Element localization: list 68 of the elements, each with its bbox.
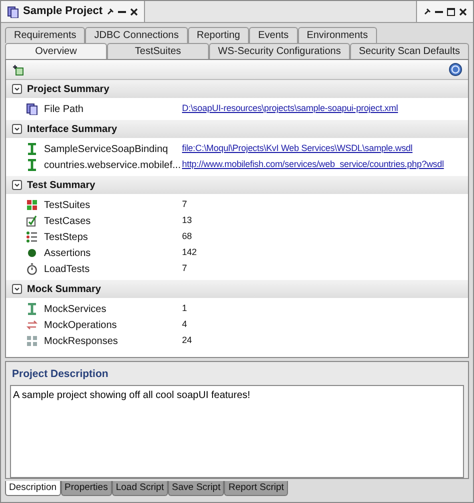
row-label: LoadTests bbox=[44, 262, 90, 276]
arrows-icon bbox=[26, 319, 38, 331]
row-label: SampleServiceSoapBindinq bbox=[44, 142, 168, 156]
tab[interactable]: Report Script bbox=[224, 481, 288, 496]
interface-icon bbox=[26, 303, 38, 315]
stopwatch-icon bbox=[26, 263, 38, 275]
description-field[interactable]: A sample project showing off all cool soapUI features! bbox=[10, 384, 464, 478]
tab[interactable]: Overview bbox=[5, 43, 107, 59]
interface-icon bbox=[26, 159, 38, 171]
collapse-icon[interactable] bbox=[12, 124, 22, 134]
tab[interactable]: WS-Security Configurations bbox=[209, 43, 350, 59]
count-value: 142 bbox=[182, 246, 197, 260]
count-value: 1 bbox=[182, 302, 187, 316]
pin-icon bbox=[423, 8, 431, 16]
response-icon bbox=[26, 335, 38, 347]
checklist-icon bbox=[26, 215, 38, 227]
count-value: 7 bbox=[182, 262, 187, 276]
pin-icon bbox=[106, 8, 114, 16]
file-link[interactable]: file:C:\Moqul\Projects\KvI Web Services\WSDL\sample.wsdl bbox=[182, 142, 413, 156]
description-title: Project Description bbox=[11, 367, 110, 382]
minimize-icon bbox=[435, 10, 443, 12]
maximize-icon bbox=[447, 8, 455, 16]
tab[interactable]: Environments bbox=[298, 27, 377, 43]
section-title: Project Summary bbox=[27, 82, 110, 96]
close-icon bbox=[130, 8, 138, 16]
row-label: File Path bbox=[44, 102, 84, 116]
list-icon bbox=[26, 231, 38, 243]
count-value: 68 bbox=[182, 230, 192, 244]
row-label: TestCases bbox=[44, 214, 91, 228]
document-icon bbox=[26, 103, 38, 115]
row-label: MockResponses bbox=[44, 334, 118, 348]
row-label: MockOperations bbox=[44, 318, 117, 332]
tab[interactable]: Events bbox=[249, 27, 298, 43]
interface-icon bbox=[26, 143, 38, 155]
tab[interactable]: Properties bbox=[60, 481, 112, 496]
section-title: Mock Summary bbox=[27, 282, 101, 296]
tab[interactable]: Save Script bbox=[168, 481, 224, 496]
row-label: Assertions bbox=[44, 246, 91, 260]
row-label: TestSuites bbox=[44, 198, 90, 212]
count-value: 4 bbox=[182, 318, 187, 332]
add-item-icon bbox=[12, 64, 24, 76]
tab[interactable]: Load Script bbox=[112, 481, 168, 496]
collapse-icon[interactable] bbox=[12, 180, 22, 190]
count-value: 13 bbox=[182, 214, 192, 228]
project-icon bbox=[7, 6, 19, 18]
dot-icon bbox=[26, 247, 38, 259]
file-link[interactable]: D:\soapUI-resources\projects\sample-soapui-project.xml bbox=[182, 102, 398, 116]
tab[interactable]: JDBC Connections bbox=[85, 27, 188, 43]
count-value: 24 bbox=[182, 334, 192, 348]
file-link[interactable]: http://www.mobilefish.com/services/web_service/countries.php?wsdl bbox=[182, 158, 444, 172]
tab[interactable]: Description bbox=[5, 481, 61, 496]
help-icon bbox=[449, 63, 462, 76]
collapse-icon[interactable] bbox=[12, 284, 22, 294]
row-label: countries.webservice.mobilef... bbox=[44, 158, 181, 172]
tab[interactable]: Reporting bbox=[188, 27, 250, 43]
tab[interactable]: TestSuites bbox=[107, 43, 209, 59]
close-icon bbox=[459, 8, 467, 16]
grid-icon bbox=[26, 199, 38, 211]
count-value: 7 bbox=[182, 198, 187, 212]
minimize-icon bbox=[118, 10, 126, 12]
tab[interactable]: Security Scan Defaults bbox=[350, 43, 469, 59]
window-title: Sample Project bbox=[23, 4, 102, 20]
row-label: TestSteps bbox=[44, 230, 88, 244]
section-title: Test Summary bbox=[27, 178, 96, 192]
tab[interactable]: Requirements bbox=[5, 27, 86, 43]
collapse-icon[interactable] bbox=[12, 84, 22, 94]
section-title: Interface Summary bbox=[27, 122, 118, 136]
row-label: MockServices bbox=[44, 302, 106, 316]
